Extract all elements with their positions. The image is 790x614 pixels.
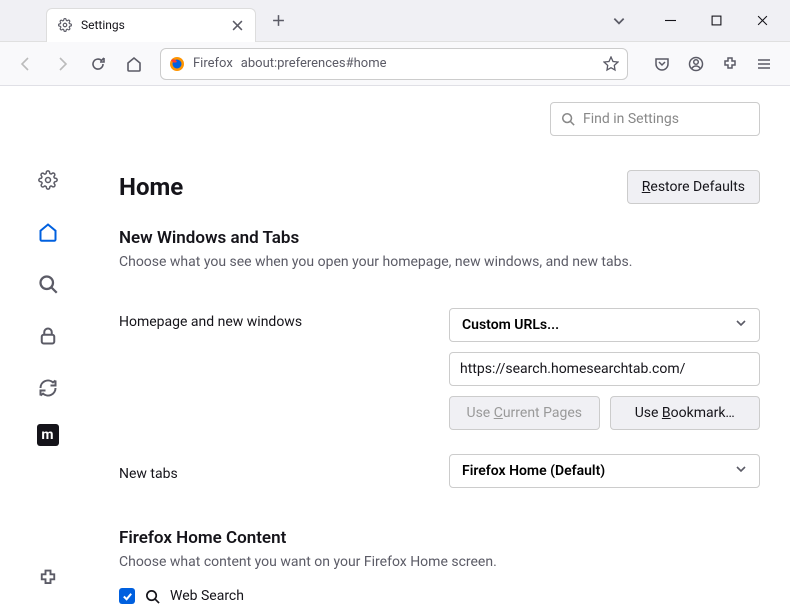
new-tab-button[interactable] (264, 7, 292, 35)
maximize-button[interactable] (696, 5, 736, 37)
browser-tab[interactable]: Settings (46, 8, 256, 42)
sidebar-sync[interactable] (32, 372, 64, 404)
section-new-windows-desc: Choose what you see when you open your h… (119, 254, 760, 270)
page-title: Home (119, 173, 183, 201)
newtabs-select-value: Firefox Home (Default) (462, 463, 605, 479)
bookmark-star-icon[interactable] (603, 56, 619, 72)
search-icon (561, 112, 575, 126)
websearch-label: Web Search (170, 588, 244, 604)
sidebar-general[interactable] (32, 164, 64, 196)
websearch-checkbox[interactable] (119, 588, 135, 604)
homepage-select-value: Custom URLs... (462, 317, 559, 333)
sidebar-more[interactable]: m (37, 424, 59, 446)
url-bar[interactable]: Firefox about:preferences#home (160, 48, 628, 80)
titlebar: Settings (0, 0, 790, 42)
restore-defaults-button[interactable]: Restore Defaults (627, 170, 760, 204)
chevron-down-icon (735, 463, 747, 479)
content: Find in Settings Home Restore Defaults N… (95, 86, 790, 614)
firefox-icon (169, 56, 185, 72)
gear-icon (57, 17, 73, 33)
tab-title: Settings (81, 18, 221, 32)
forward-button[interactable] (46, 48, 78, 80)
main: m Find in Settings Home Restore Defaults… (0, 86, 790, 614)
pocket-button[interactable] (646, 48, 678, 80)
sidebar: m (0, 86, 95, 614)
homepage-label: Homepage and new windows (119, 308, 449, 330)
close-window-button[interactable] (742, 5, 782, 37)
sidebar-privacy[interactable] (32, 320, 64, 352)
toolbar: Firefox about:preferences#home (0, 42, 790, 86)
extensions-button[interactable] (714, 48, 746, 80)
minimize-button[interactable] (650, 5, 690, 37)
section-home-content-desc: Choose what content you want on your Fir… (119, 554, 760, 570)
home-button[interactable] (118, 48, 150, 80)
sidebar-search[interactable] (32, 268, 64, 300)
find-placeholder: Find in Settings (583, 111, 679, 127)
chevron-down-icon[interactable] (612, 14, 626, 28)
chevron-down-icon (735, 317, 747, 333)
urlbar-text: about:preferences#home (241, 56, 595, 71)
homepage-url-input[interactable] (449, 352, 760, 386)
sidebar-home[interactable] (32, 216, 64, 248)
urlbar-label: Firefox (193, 56, 233, 71)
close-icon[interactable] (229, 17, 245, 33)
homepage-select[interactable]: Custom URLs... (449, 308, 760, 342)
back-button[interactable] (10, 48, 42, 80)
newtabs-select[interactable]: Firefox Home (Default) (449, 454, 760, 488)
use-bookmark-button[interactable]: Use Bookmark… (610, 396, 761, 430)
find-in-settings[interactable]: Find in Settings (550, 102, 760, 136)
section-home-content-title: Firefox Home Content (119, 528, 760, 548)
menu-button[interactable] (748, 48, 780, 80)
section-new-windows-title: New Windows and Tabs (119, 228, 760, 248)
check-icon (122, 591, 133, 602)
reload-button[interactable] (82, 48, 114, 80)
sidebar-extensions[interactable] (32, 562, 64, 594)
search-icon (145, 589, 160, 604)
account-button[interactable] (680, 48, 712, 80)
use-current-pages-button[interactable]: Use Current Pages (449, 396, 600, 430)
newtabs-label: New tabs (119, 460, 449, 482)
